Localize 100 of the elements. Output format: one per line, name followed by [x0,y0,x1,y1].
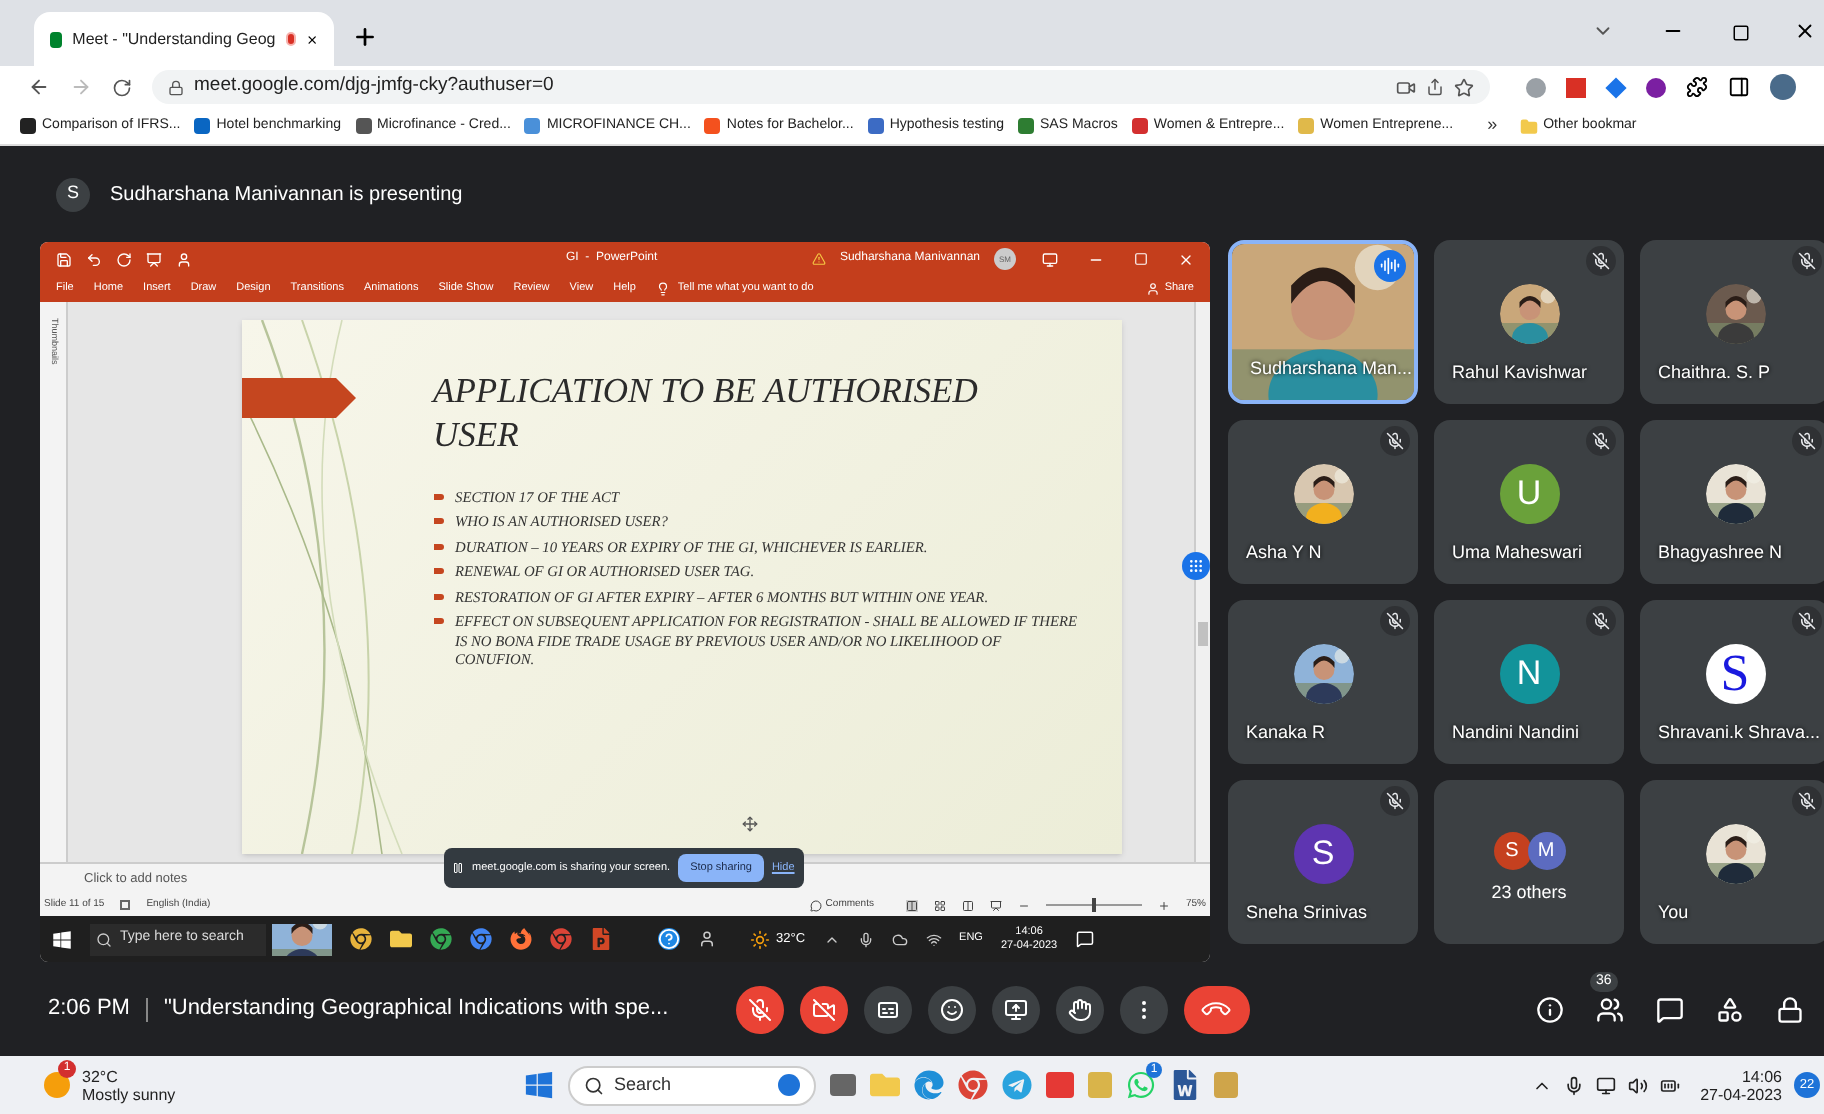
end-call-button[interactable] [1183,985,1250,1033]
participant-tile[interactable]: Bhagyashree N [1640,420,1824,584]
pause-icon [452,862,464,874]
volume-icon[interactable] [1628,1075,1649,1095]
bullet-icon [433,493,443,499]
folder-icon[interactable] [390,928,412,950]
normal-view-icon[interactable] [905,899,918,911]
chat-app-icon[interactable] [1126,1070,1156,1100]
taskbar-search[interactable]: Search [568,1065,816,1105]
emoji-button[interactable] [927,985,976,1033]
present-icon [1003,997,1028,1021]
slideshow-icon[interactable] [146,251,162,267]
save-icon[interactable] [56,251,72,267]
move-icon[interactable] [1182,552,1210,580]
presentation-app-icon[interactable] [590,928,612,950]
browser-icon[interactable] [958,1070,988,1100]
clock-time: 14:06 [1741,1067,1782,1085]
slideshow-view-icon[interactable] [989,899,1002,911]
captions-button[interactable] [863,985,912,1033]
participant-tile[interactable]: S Shravani.k Shrava... [1640,600,1824,764]
clock-date: 27-04-2023 [1700,1085,1782,1103]
wifi-icon[interactable] [925,931,942,947]
participant-tile[interactable]: Rahul Kavishwar [1434,240,1624,404]
participant-name: Sneha Srinivas [1246,899,1368,925]
redo-icon[interactable] [116,251,132,267]
extensions-icon[interactable] [1686,76,1708,98]
participant-tile[interactable]: U Uma Maheswari [1434,420,1624,584]
participant-tile[interactable]: S Sneha Srinivas [1228,780,1418,944]
microphone-icon[interactable] [1564,1075,1585,1095]
microphone-icon[interactable] [857,931,874,947]
start-button[interactable] [52,929,72,949]
browser-icon[interactable] [470,928,492,950]
browser-icon[interactable] [510,928,532,950]
document-app-icon[interactable] [1170,1070,1200,1100]
battery-icon[interactable] [1660,1075,1681,1095]
restore-icon[interactable] [1732,24,1750,42]
participant-tile[interactable]: Chaithra. S. P [1640,240,1824,404]
help-icon[interactable] [658,928,680,950]
search-icon [584,1075,604,1095]
browser-icon[interactable] [550,928,572,950]
lock-icon[interactable] [1776,995,1804,1023]
zoom-in-icon[interactable] [1157,899,1170,911]
reading-view-icon[interactable] [961,899,974,911]
lightbulb-icon [655,282,670,296]
browser-icon[interactable] [350,928,372,950]
browser-tab[interactable]: Meet - "Understanding Geog [34,12,334,66]
bullet-icon [433,568,443,574]
participant-tile[interactable]: Asha Y N [1228,420,1418,584]
camera-icon[interactable] [1396,77,1416,97]
new-tab-icon[interactable] [352,24,378,50]
star-icon[interactable] [1454,77,1474,97]
people-icon [698,930,716,948]
present-button[interactable] [991,985,1040,1033]
side-panel-icon[interactable] [1728,76,1750,98]
temperature: 32°C [82,1067,120,1085]
address-bar[interactable]: meet.google.com/djg-jmfg-cky?authuser=0 [152,70,1490,104]
bullet-icon [433,518,443,524]
search-icon [96,931,112,947]
sorter-view-icon[interactable] [933,899,946,911]
avatar: S [1705,644,1765,704]
reload-icon[interactable] [112,77,132,97]
participant-name: Sudharshana Man... [1250,355,1413,381]
participant-name: You [1658,899,1689,925]
activities-icon[interactable] [1716,995,1744,1023]
display-icon[interactable] [1596,1075,1617,1095]
participant-name: 23 others [1491,880,1567,906]
extension-icon[interactable] [1646,77,1666,97]
participant-tile[interactable]: Sudharshana Man... [1228,240,1418,404]
participant-name: Rahul Kavishwar [1452,359,1588,385]
warning-icon [811,252,826,266]
back-icon[interactable] [28,76,50,98]
more-bookmarks[interactable]: » [1487,112,1498,140]
profile-icon[interactable] [1770,74,1796,100]
people-icon[interactable] [1596,995,1624,1023]
meeting-title: "Understanding Geographical Indications with spe... [163,994,671,1025]
hand-icon [1067,997,1092,1021]
bullet-icon [433,543,443,549]
participant-name: Bhagyashree N [1658,539,1783,566]
participant-tile[interactable]: Kanaka R [1228,600,1418,764]
camera-button[interactable] [799,985,848,1033]
browser-icon[interactable] [430,928,452,950]
info-icon[interactable] [1536,995,1564,1023]
microphone-button[interactable] [735,985,784,1033]
cloud-icon[interactable] [891,931,908,947]
participant-tile[interactable]: You [1640,780,1824,944]
extension-icon[interactable] [1605,76,1627,98]
weather-condition: Mostly sunny [82,1085,176,1103]
participant-tile[interactable]: N Nandini Nandini [1434,600,1624,764]
start-button[interactable] [524,1070,554,1100]
bullet-icon [433,593,443,599]
chat-icon[interactable] [1656,995,1684,1023]
participant-tile[interactable]: S M 23 others [1434,780,1624,944]
raise-hand-button[interactable] [1055,985,1104,1033]
meeting-time: 2:06 PM [48,994,130,1025]
more-options-button[interactable] [1119,985,1168,1033]
undo-icon[interactable] [86,251,102,267]
cursor-icon [741,815,757,831]
zoom-slider-thumb[interactable] [1091,898,1096,912]
notifications-icon[interactable] [1075,930,1094,948]
close-icon[interactable] [1794,20,1816,42]
